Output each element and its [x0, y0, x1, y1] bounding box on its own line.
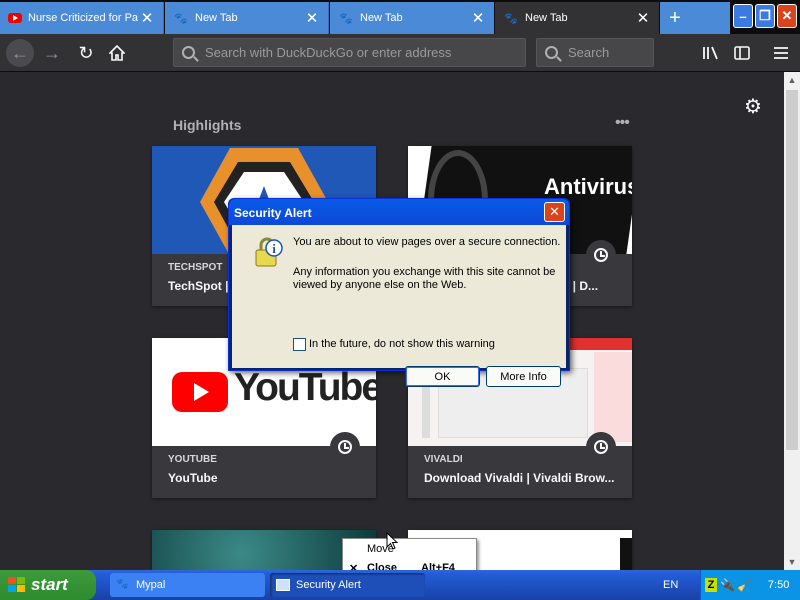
youtube-icon — [8, 13, 22, 23]
mypal-icon: 🐾 — [174, 12, 188, 25]
dialog-title: Security Alert — [229, 199, 569, 225]
tab-label: New Tab — [360, 12, 403, 24]
search-icon — [545, 46, 558, 59]
navigation-toolbar: ← → ↻ Search with DuckDuckGo or enter ad… — [0, 34, 800, 72]
vertical-scrollbar[interactable]: ▲ ▼ — [784, 72, 800, 570]
clock-icon — [586, 432, 616, 462]
new-tab-button[interactable]: + — [660, 2, 690, 34]
gear-icon[interactable]: ⚙ — [744, 94, 762, 119]
network-tray-icon[interactable]: 🔌 — [720, 578, 735, 592]
scrollbar-thumb[interactable] — [786, 90, 798, 450]
security-alert-dialog: Security Alert ✕ i You are about to view… — [228, 198, 570, 387]
start-label: start — [31, 575, 68, 594]
youtube-wordmark: YouTube — [234, 366, 376, 409]
back-button[interactable]: ← — [6, 39, 34, 67]
address-bar[interactable]: Search with DuckDuckGo or enter address — [173, 38, 526, 67]
forward-button[interactable]: → — [38, 39, 66, 67]
menu-item-move[interactable]: Move — [343, 540, 476, 558]
reload-button[interactable]: ↻ — [72, 39, 100, 67]
windows-taskbar: start 🐾 Mypal Security Alert EN Z 🔌 🧹 7:… — [0, 570, 800, 600]
card-site: TECHSPOT — [168, 262, 223, 273]
tab-new-tab-2[interactable]: 🐾 New Tab ✕ — [330, 2, 494, 34]
mouse-cursor-icon — [386, 532, 398, 550]
z-tray-icon[interactable]: Z — [705, 578, 717, 592]
ok-button[interactable]: OK — [405, 366, 480, 387]
taskbar-item-security-alert[interactable]: Security Alert — [270, 573, 425, 597]
maximize-button[interactable]: ❐ — [755, 4, 775, 28]
taskbar-item-label: Security Alert — [296, 579, 361, 591]
tray-app-icon[interactable]: 🧹 — [737, 578, 752, 592]
card-site: YOUTUBE — [168, 454, 217, 465]
language-indicator[interactable]: EN — [663, 579, 678, 591]
minimize-button[interactable]: – — [733, 4, 753, 28]
start-button[interactable]: start — [0, 570, 96, 600]
windows-logo-icon — [8, 577, 26, 593]
home-button[interactable] — [103, 39, 131, 67]
hamburger-menu-icon — [774, 47, 788, 59]
dialog-message-line2: Any information you exchange with this s… — [293, 266, 556, 278]
sidebar-icon — [734, 46, 750, 60]
close-tab-icon[interactable]: ✕ — [139, 9, 155, 27]
window-icon — [276, 579, 290, 591]
dialog-message-line3: viewed by anyone else on the Web. — [293, 279, 467, 291]
card-title: Download Vivaldi | Vivaldi Brow... — [424, 471, 615, 485]
more-options-icon[interactable]: ••• — [615, 114, 630, 132]
library-button[interactable] — [697, 39, 725, 67]
sidebar-button[interactable] — [728, 39, 756, 67]
taskbar-item-mypal[interactable]: 🐾 Mypal — [110, 573, 265, 597]
tab-new-tab-active[interactable]: 🐾 New Tab ✕ — [495, 2, 659, 34]
system-tray: Z 🔌 🧹 7:50 — [700, 570, 800, 600]
tab-label: New Tab — [195, 12, 238, 24]
clock-display: 7:50 — [767, 579, 790, 591]
clock-icon — [330, 432, 360, 462]
close-window-button[interactable]: ✕ — [777, 4, 797, 28]
close-tab-icon[interactable]: ✕ — [635, 9, 651, 27]
search-icon — [182, 46, 195, 59]
tab-label: New Tab — [525, 12, 568, 24]
dialog-message-line1: You are about to view pages over a secur… — [293, 236, 561, 248]
taskbar-item-label: Mypal — [136, 579, 166, 591]
close-tab-icon[interactable]: ✕ — [304, 9, 320, 27]
side-panel — [594, 352, 632, 442]
dialog-close-button[interactable]: ✕ — [544, 202, 565, 222]
search-placeholder: Search — [568, 45, 610, 60]
tab-strip: Nurse Criticized for Pa ✕ 🐾 New Tab ✕ 🐾 … — [0, 0, 800, 34]
svg-text:i: i — [272, 241, 276, 256]
close-tab-icon[interactable]: ✕ — [470, 9, 486, 27]
menu-button[interactable] — [767, 39, 795, 67]
thumb-dark-strip — [620, 538, 632, 570]
antivirus-label: Antivirus — [544, 174, 632, 199]
tab-nurse-criticized[interactable]: Nurse Criticized for Pa ✕ — [0, 2, 164, 34]
card-site: VIVALDI — [424, 454, 463, 465]
tab-new-tab-1[interactable]: 🐾 New Tab ✕ — [165, 2, 329, 34]
checkbox-label: In the future, do not show this warning — [309, 338, 495, 350]
clock-icon — [586, 240, 616, 270]
padlock-info-icon: i — [255, 237, 283, 267]
scroll-up-arrow-icon[interactable]: ▲ — [784, 72, 800, 88]
home-icon — [109, 45, 125, 61]
mypal-icon: 🐾 — [339, 12, 353, 25]
tab-strip-filler — [690, 2, 730, 34]
play-triangle-icon — [194, 383, 209, 401]
scroll-down-arrow-icon[interactable]: ▼ — [784, 554, 800, 570]
search-bar[interactable]: Search — [536, 38, 654, 67]
card-title: YouTube — [168, 471, 218, 485]
mypal-icon: 🐾 — [504, 12, 518, 25]
library-icon — [703, 46, 718, 60]
mypal-icon: 🐾 — [116, 579, 129, 590]
do-not-show-checkbox[interactable] — [293, 338, 306, 351]
more-info-button[interactable]: More Info — [486, 366, 561, 387]
tab-label: Nurse Criticized for Pa — [28, 12, 139, 24]
dialog-body: i You are about to view pages over a sec… — [232, 225, 566, 387]
address-placeholder: Search with DuckDuckGo or enter address — [205, 45, 452, 60]
highlights-heading: Highlights — [173, 117, 242, 133]
